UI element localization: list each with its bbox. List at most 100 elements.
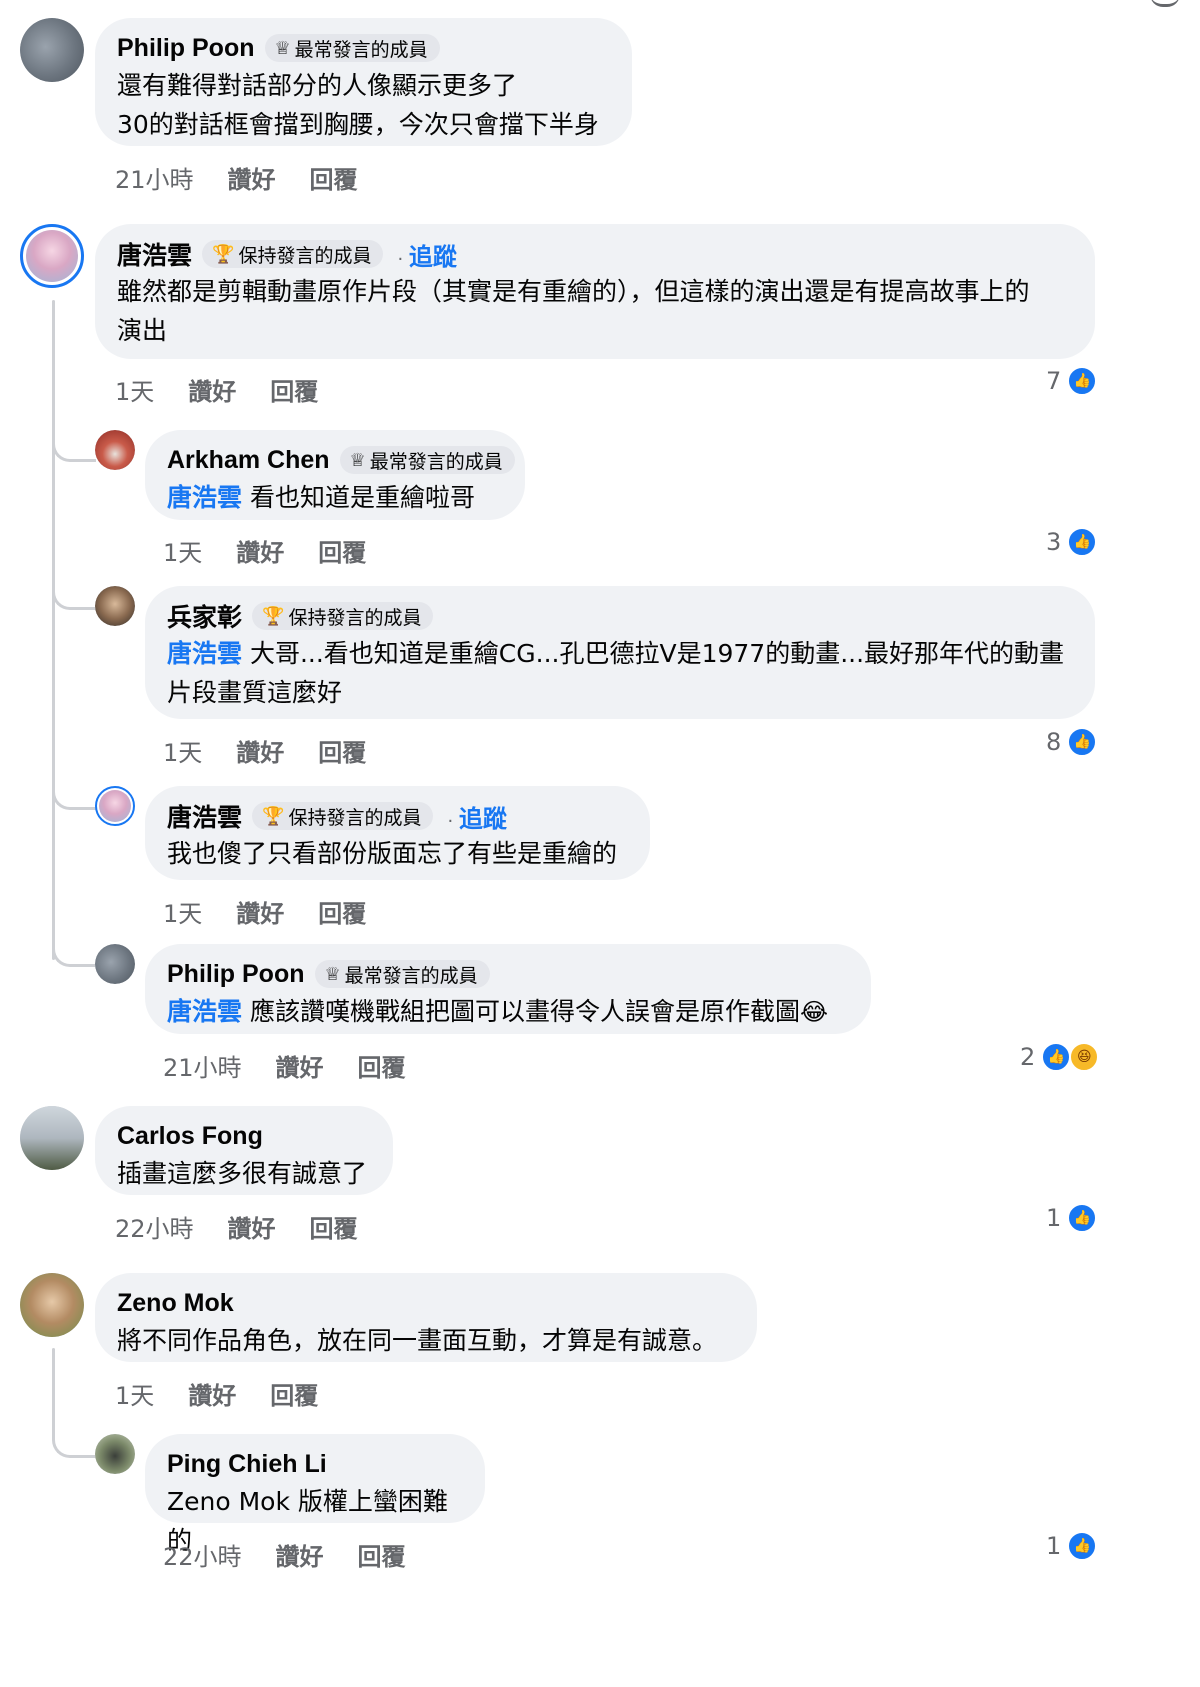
timestamp[interactable]: 21小時 [163,1048,242,1083]
author-name[interactable]: Carlos Fong [117,1122,263,1151]
like-button[interactable]: 讚好 [276,1048,324,1083]
mention-link[interactable]: 唐浩雲 [167,639,242,668]
author-name[interactable]: 唐浩雲 [167,798,242,834]
comment-body: 應該讚嘆機戰組把圖可以畫得令人誤會是原作截圖 [249,997,800,1026]
comment-bubble: Philip Poon ♕ 最常發言的成員 還有難得對話部分的人像顯示更多了 3… [95,18,632,146]
author-name[interactable]: 兵家彰 [167,598,242,634]
comment-text: 唐浩雲 大哥...看也知道是重繪CG...孔巴德拉V是1977的動畫...最好那… [167,634,1073,712]
member-badge[interactable]: 🏆 保持發言的成員 [252,802,434,830]
reply-button[interactable]: 回覆 [318,733,366,768]
mention-text[interactable]: Zeno Mok [167,1487,290,1516]
avatar[interactable] [20,1273,84,1337]
badge-label: 保持發言的成員 [288,806,422,829]
reaction-count[interactable]: 2 👍 😆 [1020,1042,1100,1072]
comment-actions: 1天 讚好 回覆 [163,533,366,568]
comment-actions: 21小時 讚好 回覆 [163,1048,406,1083]
avatar[interactable] [95,586,135,626]
comment-body: 看也知道是重繪啦哥 [249,483,475,512]
timestamp[interactable]: 22小時 [163,1537,242,1572]
thread-connector [52,1436,96,1458]
member-badge[interactable]: 🏆 保持發言的成員 [202,240,384,268]
badge-label: 最常發言的成員 [369,450,503,473]
author-name[interactable]: Philip Poon [117,34,255,63]
like-button[interactable]: 讚好 [228,160,276,195]
like-button[interactable]: 讚好 [188,372,236,407]
reaction-count[interactable]: 8 👍 [1046,727,1098,757]
member-badge[interactable]: ♕ 最常發言的成員 [339,446,515,474]
like-button[interactable]: 讚好 [188,1376,236,1411]
comment-actions: 1天 讚好 回覆 [115,372,318,407]
mention-link[interactable]: 唐浩雲 [167,997,242,1026]
reaction-count[interactable]: 7 👍 [1046,366,1098,396]
timestamp[interactable]: 1天 [163,533,202,568]
reply-button[interactable]: 回覆 [310,1209,358,1244]
comment-text: 插畫這麼多很有誠意了 [117,1159,368,1188]
thread-connector [52,588,96,610]
reply-button[interactable]: 回覆 [358,1048,406,1083]
comment-actions: 1天 讚好 回覆 [163,894,366,929]
member-badge[interactable]: ♕ 最常發言的成員 [314,960,490,988]
avatar[interactable] [95,944,135,984]
comment-line: 演出 [117,316,168,345]
reply-button[interactable]: 回覆 [310,160,358,195]
like-button[interactable]: 讚好 [276,1537,324,1572]
top-contributor-icon: ♕ [324,963,341,985]
like-icon: 👍 [1067,366,1098,396]
timestamp[interactable]: 1天 [163,733,202,768]
like-icon: 👍 [1067,727,1098,757]
follow-button[interactable]: 追蹤 [397,237,457,272]
haha-icon: 😆 [1069,1042,1100,1072]
member-badge[interactable]: 🏆 保持發言的成員 [252,602,434,630]
author-name[interactable]: Arkham Chen [167,446,330,475]
author-name[interactable]: Philip Poon [167,960,305,989]
reaction-count[interactable]: 3 👍 [1046,527,1098,557]
member-badge[interactable]: ♕ 最常發言的成員 [264,34,440,62]
avatar[interactable] [95,1434,135,1474]
laughing-crying-emoji-icon: 😂 [799,998,829,1026]
thread-connector [52,440,96,462]
badge-label: 保持發言的成員 [238,244,372,267]
comment-line: 片段畫質這麼好 [167,678,343,707]
reply-button[interactable]: 回覆 [318,533,366,568]
avatar[interactable] [20,224,84,288]
reply-button[interactable]: 回覆 [270,372,318,407]
mention-link[interactable]: 唐浩雲 [167,483,242,512]
timestamp[interactable]: 1天 [163,894,202,929]
author-name[interactable]: Ping Chieh Li [167,1450,327,1479]
avatar[interactable] [20,1106,84,1170]
comment-bubble: 唐浩雲 🏆 保持發言的成員 追蹤 我也傻了只看部份版面忘了有些是重繪的 [145,786,650,880]
author-name[interactable]: 唐浩雲 [117,236,192,272]
avatar[interactable] [95,786,135,826]
like-icon: 👍 [1067,527,1098,557]
reaction-count[interactable]: 1 👍 [1046,1531,1098,1561]
like-button[interactable]: 讚好 [236,894,284,929]
like-button[interactable]: 讚好 [236,533,284,568]
author-name[interactable]: Zeno Mok [117,1289,234,1318]
thread-connector [52,945,96,967]
comment-bubble: 兵家彰 🏆 保持發言的成員 唐浩雲 大哥...看也知道是重繪CG...孔巴德拉V… [145,586,1095,719]
reply-button[interactable]: 回覆 [358,1537,406,1572]
comment-actions: 22小時 讚好 回覆 [115,1209,358,1244]
comment-line: 30的對話框會擋到胸腰，今次只會擋下半身 [117,110,599,139]
like-icon: 👍 [1041,1042,1072,1072]
timestamp[interactable]: 21小時 [115,160,194,195]
comment-text: 唐浩雲 應該讚嘆機戰組把圖可以畫得令人誤會是原作截圖😂 [167,992,849,1032]
reply-button[interactable]: 回覆 [270,1376,318,1411]
reaction-count[interactable]: 1 👍 [1046,1203,1098,1233]
comment-bubble: Philip Poon ♕ 最常發言的成員 唐浩雲 應該讚嘆機戰組把圖可以畫得令… [145,944,871,1034]
like-button[interactable]: 讚好 [228,1209,276,1244]
timestamp[interactable]: 1天 [115,1376,154,1411]
reaction-number: 2 [1020,1043,1036,1071]
reply-button[interactable]: 回覆 [318,894,366,929]
avatar[interactable] [20,18,84,82]
comment-line: 還有難得對話部分的人像顯示更多了 [117,71,518,100]
like-icon: 👍 [1067,1203,1098,1233]
timestamp[interactable]: 1天 [115,372,154,407]
like-button[interactable]: 讚好 [236,733,284,768]
avatar[interactable] [95,430,135,470]
timestamp[interactable]: 22小時 [115,1209,194,1244]
comment-bubble: Arkham Chen ♕ 最常發言的成員 唐浩雲 看也知道是重繪啦哥 [145,430,525,520]
follow-button[interactable]: 追蹤 [447,799,507,834]
trophy-icon: 🏆 [262,605,285,627]
comment-actions: 1天 讚好 回覆 [115,1376,318,1411]
